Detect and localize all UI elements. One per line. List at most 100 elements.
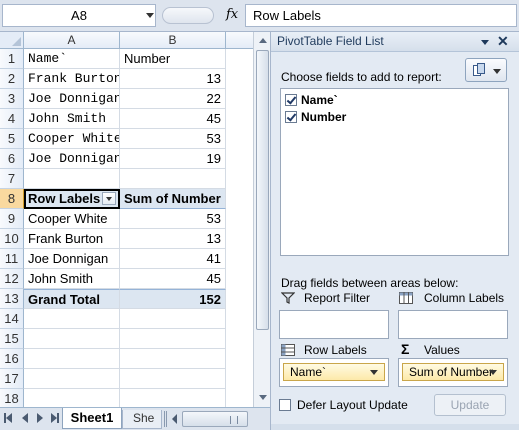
row-labels-filter-button[interactable] bbox=[102, 192, 116, 205]
select-all-button[interactable] bbox=[0, 32, 24, 49]
empty-cell[interactable] bbox=[24, 369, 120, 389]
pivot-row-label[interactable]: Cooper White bbox=[24, 209, 120, 229]
field-item-name[interactable]: Name` bbox=[285, 92, 338, 108]
last-sheet-icon[interactable] bbox=[51, 413, 59, 423]
chevron-down-icon[interactable] bbox=[370, 370, 378, 375]
vertical-scroll-thumb[interactable] bbox=[256, 50, 269, 330]
row-labels-field-chip[interactable]: Name` bbox=[283, 363, 385, 381]
report-filter-area[interactable] bbox=[279, 310, 389, 339]
first-sheet-icon[interactable] bbox=[4, 413, 12, 423]
empty-cell[interactable] bbox=[120, 349, 226, 369]
chevron-down-icon bbox=[493, 69, 501, 74]
pivot-row-label[interactable]: John Smith bbox=[24, 269, 120, 289]
row-header[interactable]: 17 bbox=[0, 369, 24, 389]
pane-menu-icon[interactable] bbox=[481, 40, 489, 45]
row-header[interactable]: 13 bbox=[0, 289, 24, 309]
row-header[interactable]: 18 bbox=[0, 389, 24, 407]
insert-function-icon[interactable]: fx bbox=[226, 7, 238, 22]
row-header[interactable]: 2 bbox=[0, 69, 24, 89]
row-header[interactable]: 9 bbox=[0, 209, 24, 229]
horizontal-scrollbar[interactable] bbox=[164, 411, 268, 427]
empty-cell[interactable] bbox=[120, 309, 226, 329]
pivot-row-labels-header[interactable]: Row Labels bbox=[24, 189, 120, 209]
formula-input[interactable]: Row Labels bbox=[245, 4, 517, 27]
row-header[interactable]: 3 bbox=[0, 89, 24, 109]
row-header[interactable]: 5 bbox=[0, 129, 24, 149]
pivot-row-value[interactable]: 41 bbox=[120, 249, 226, 269]
defer-layout-update-option[interactable]: Defer Layout Update bbox=[279, 398, 408, 412]
name-box-dropdown-icon[interactable] bbox=[146, 13, 154, 18]
sheet-tab-sheet1[interactable]: Sheet1 bbox=[62, 408, 122, 429]
field-checkbox[interactable] bbox=[285, 111, 297, 123]
empty-cell[interactable] bbox=[120, 329, 226, 349]
cell-a2[interactable]: Frank Burton bbox=[24, 69, 120, 89]
row-labels-area[interactable]: Name` bbox=[279, 358, 389, 387]
tab-split-handle[interactable] bbox=[164, 411, 167, 427]
scroll-up-icon[interactable] bbox=[255, 33, 270, 49]
cell-b2[interactable]: 13 bbox=[120, 69, 226, 89]
column-c-cells[interactable] bbox=[226, 49, 253, 407]
horizontal-scroll-thumb[interactable] bbox=[182, 411, 248, 427]
pivot-row-value[interactable]: 13 bbox=[120, 229, 226, 249]
field-item-number[interactable]: Number bbox=[285, 109, 346, 125]
grand-total-value[interactable]: 152 bbox=[120, 289, 226, 309]
column-header-a[interactable]: A bbox=[24, 32, 120, 49]
row-header[interactable]: 12 bbox=[0, 269, 24, 289]
row-header[interactable]: 1 bbox=[0, 49, 24, 69]
update-button[interactable]: Update bbox=[434, 394, 506, 416]
cell-a6[interactable]: Joe Donnigan bbox=[24, 149, 120, 169]
pivot-sum-header[interactable]: Sum of Number bbox=[120, 189, 226, 209]
column-labels-area[interactable] bbox=[398, 310, 508, 339]
previous-sheet-icon[interactable] bbox=[22, 413, 28, 423]
scroll-left-icon[interactable] bbox=[172, 414, 177, 424]
cell-a3[interactable]: Joe Donnigan bbox=[24, 89, 120, 109]
field-list-layout-button[interactable] bbox=[465, 58, 507, 82]
empty-cell[interactable] bbox=[24, 309, 120, 329]
row-header[interactable]: 14 bbox=[0, 309, 24, 329]
pane-title-bar: PivotTable Field List ✕ bbox=[271, 32, 519, 52]
pivot-row-value[interactable]: 45 bbox=[120, 269, 226, 289]
cell-b6[interactable]: 19 bbox=[120, 149, 226, 169]
pivot-row-value[interactable]: 53 bbox=[120, 209, 226, 229]
row-header[interactable]: 6 bbox=[0, 149, 24, 169]
next-sheet-icon[interactable] bbox=[37, 413, 43, 423]
row-header-selected[interactable]: 8 bbox=[0, 189, 24, 209]
field-checkbox[interactable] bbox=[285, 94, 297, 106]
cell-a4[interactable]: John Smith bbox=[24, 109, 120, 129]
name-box[interactable]: A8 bbox=[2, 4, 156, 27]
row-header[interactable]: 11 bbox=[0, 249, 24, 269]
cell-b4[interactable]: 45 bbox=[120, 109, 226, 129]
cell-b5[interactable]: 53 bbox=[120, 129, 226, 149]
empty-cell[interactable] bbox=[24, 349, 120, 369]
empty-cell[interactable] bbox=[24, 389, 120, 407]
cell-a7[interactable] bbox=[24, 169, 120, 189]
row-header[interactable]: 16 bbox=[0, 349, 24, 369]
sheet-tab-other[interactable]: She bbox=[122, 410, 162, 429]
values-field-chip[interactable]: Sum of Number bbox=[402, 363, 504, 381]
cell-a5[interactable]: Cooper White bbox=[24, 129, 120, 149]
chevron-down-icon[interactable] bbox=[489, 370, 497, 375]
column-header-c[interactable] bbox=[226, 32, 253, 49]
row-header[interactable]: 4 bbox=[0, 109, 24, 129]
cell-b1[interactable]: Number bbox=[120, 49, 226, 69]
values-area[interactable]: Sum of Number bbox=[398, 358, 508, 387]
empty-cell[interactable] bbox=[120, 369, 226, 389]
row-header[interactable]: 7 bbox=[0, 169, 24, 189]
defer-layout-checkbox[interactable] bbox=[279, 399, 291, 411]
pivot-row-label[interactable]: Frank Burton bbox=[24, 229, 120, 249]
formula-bar-resize-handle[interactable] bbox=[162, 7, 214, 24]
row-header[interactable]: 15 bbox=[0, 329, 24, 349]
cell-a1[interactable]: Name` bbox=[24, 49, 120, 69]
choose-fields-label: Choose fields to add to report: bbox=[281, 70, 442, 84]
row-header[interactable]: 10 bbox=[0, 229, 24, 249]
column-header-b[interactable]: B bbox=[120, 32, 226, 49]
vertical-scrollbar[interactable] bbox=[253, 32, 270, 407]
empty-cell[interactable] bbox=[24, 329, 120, 349]
cell-b3[interactable]: 22 bbox=[120, 89, 226, 109]
cell-b7[interactable] bbox=[120, 169, 226, 189]
close-icon[interactable]: ✕ bbox=[497, 33, 509, 50]
empty-cell[interactable] bbox=[120, 389, 226, 407]
grand-total-label[interactable]: Grand Total bbox=[24, 289, 120, 309]
pivot-row-label[interactable]: Joe Donnigan bbox=[24, 249, 120, 269]
scroll-down-icon[interactable] bbox=[255, 390, 270, 406]
